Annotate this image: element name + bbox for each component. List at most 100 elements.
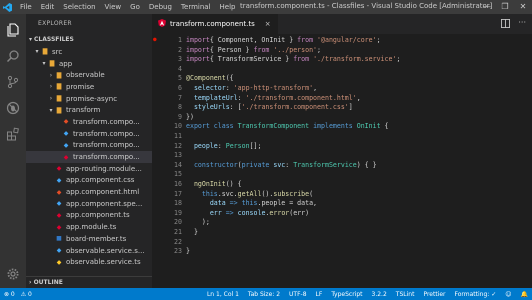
code-token: class — [209, 122, 234, 131]
line-number: 5 — [178, 74, 182, 83]
files-icon[interactable] — [5, 22, 21, 38]
split-editor-icon[interactable] — [501, 19, 511, 30]
prettier-status[interactable]: Prettier — [423, 291, 445, 298]
search-icon[interactable] — [5, 48, 21, 64]
close-tab-icon[interactable]: × — [265, 20, 271, 28]
tree-file[interactable]: ◆ transform.compo... — [26, 116, 152, 128]
tree-file[interactable]: ■ board-member.ts — [26, 233, 152, 245]
code-token: { TransformService } — [209, 55, 294, 64]
tree-folder[interactable]: › ▇ promise-async — [26, 93, 152, 105]
code-token: console — [233, 208, 266, 217]
code-token: ({ — [225, 74, 234, 83]
tree-file[interactable]: ◆ app-routing.module... — [26, 163, 152, 175]
tree-file[interactable]: ◆ observable.service.ts — [26, 256, 152, 268]
code-token: '../person' — [269, 45, 318, 54]
language-mode[interactable]: TypeScript — [331, 291, 362, 298]
line-number: 15 — [174, 170, 182, 179]
tree-file[interactable]: ◆ app.component.css — [26, 175, 152, 187]
breakpoint-icon[interactable]: ● — [153, 36, 157, 43]
encoding[interactable]: UTF-8 — [289, 291, 307, 298]
tree-folder[interactable]: ▾ ▇ transform — [26, 104, 152, 116]
formatting-status[interactable]: Formatting: ✓ — [455, 291, 497, 298]
debug-icon[interactable] — [5, 100, 21, 116]
errors-count[interactable]: ⊗ 0 — [4, 291, 15, 298]
maximize-button[interactable]: ❐ — [496, 0, 514, 14]
menu-go[interactable]: Go — [130, 3, 140, 11]
warnings-count[interactable]: ⚠ 0 — [21, 291, 32, 298]
cursor-position[interactable]: Ln 1, Col 1 — [207, 291, 239, 298]
menu-file[interactable]: File — [20, 3, 32, 11]
tree-item-label: board-member.ts — [66, 234, 127, 243]
code-line: 16 ngOnInit() { — [152, 180, 532, 190]
code-token: subscribe — [273, 189, 310, 198]
code-line: 19 err => console.error(err) — [152, 209, 532, 219]
code-line: 5 @Component({ — [152, 74, 532, 84]
code-token: { Person } — [209, 45, 254, 54]
close-window-button[interactable]: ✕ — [514, 0, 532, 14]
explorer-title: EXPLORER — [38, 20, 72, 27]
tab-transform-component-ts[interactable]: transform.component.ts × — [152, 14, 278, 34]
code-token: { — [380, 122, 389, 131]
settings-icon[interactable] — [5, 266, 21, 282]
menu-help[interactable]: Help — [220, 3, 236, 11]
code-token: from — [253, 45, 270, 54]
code-token: private — [241, 160, 270, 169]
tree-folder[interactable]: ▾ ▇ app — [26, 58, 152, 70]
menu-selection[interactable]: Selection — [63, 3, 95, 11]
code-line: 8 styleUrls: ['./transform.component.css… — [152, 103, 532, 113]
line-number: 18 — [174, 199, 182, 208]
folder-icon: ▇ — [56, 95, 62, 103]
folder-open-icon: ▇ — [49, 60, 55, 68]
tree-file[interactable]: ◆ transform.compo... — [26, 140, 152, 152]
tree-item-label: promise-async — [66, 94, 118, 103]
source-control-icon[interactable] — [5, 74, 21, 90]
workspace-section-header[interactable]: ▾ CLASSFILES — [26, 34, 152, 46]
code-text: this.svc.getAll().subscribe( — [186, 190, 313, 198]
code-token: : [ — [229, 103, 242, 112]
outline-section-header[interactable]: › OUTLINE — [26, 276, 152, 288]
service-file-icon: ◆ — [56, 258, 62, 266]
ts-version[interactable]: 3.2.2 — [372, 291, 387, 298]
tree-file[interactable]: ◆ app.component.ts — [26, 210, 152, 222]
tree-file[interactable]: ◆ transform.compo... — [26, 151, 152, 163]
code-token: : — [217, 141, 226, 150]
line-number: 8 — [178, 103, 182, 112]
code-text: @Component({ — [186, 74, 234, 82]
tree-file[interactable]: ◆ app.component.html — [26, 186, 152, 198]
line-number: 19 — [174, 208, 182, 217]
tslint-status[interactable]: TSLint — [396, 291, 415, 298]
tree-folder[interactable]: › ▇ promise — [26, 81, 152, 93]
menu-terminal[interactable]: Terminal — [181, 3, 211, 11]
tree-file[interactable]: ◆ app.component.spe... — [26, 198, 152, 210]
tab-label: transform.component.ts — [170, 20, 255, 28]
tree-item-label: observable.service.ts — [66, 258, 141, 267]
code-token: svc — [269, 160, 286, 169]
line-ending[interactable]: LF — [316, 291, 323, 298]
tree-file[interactable]: ◆ transform.compo... — [26, 128, 152, 140]
code-token: OnInit — [352, 122, 381, 131]
code-token: .svc. — [217, 189, 238, 198]
menu-edit[interactable]: Edit — [41, 3, 55, 11]
tree-item-label: observable.service.s... — [66, 246, 145, 255]
chevron-right-icon: › — [49, 95, 53, 103]
notifications-icon[interactable]: 🔔 — [521, 291, 528, 298]
minimize-button[interactable]: — — [478, 0, 496, 14]
tree-folder[interactable]: ▾ ▇ src — [26, 46, 152, 58]
code-editor[interactable]: ● 1 import{ Component, OnInit } from '@ang… — [152, 34, 532, 288]
spec-file-icon: ◆ — [56, 200, 62, 208]
tree-file[interactable]: ◆ app.module.ts — [26, 221, 152, 233]
chevron-right-icon: › — [49, 71, 53, 79]
menu-view[interactable]: View — [105, 3, 122, 11]
more-actions-icon[interactable]: ··· — [518, 19, 526, 30]
tree-folder[interactable]: › ▇ observable — [26, 69, 152, 81]
feedback-icon[interactable]: ☺ — [505, 291, 511, 298]
tree-file[interactable]: ◆ observable.service.s... — [26, 245, 152, 257]
chevron-down-icon: ▾ — [42, 60, 46, 68]
line-number: 16 — [174, 180, 182, 188]
extensions-icon[interactable] — [5, 126, 21, 142]
tab-size[interactable]: Tab Size: 2 — [248, 291, 280, 298]
code-text: import{ TransformService } from './trans… — [186, 55, 400, 63]
tree-item-label: transform.compo... — [73, 153, 140, 162]
code-line: 12 people: Person[]; — [152, 142, 532, 152]
menu-debug[interactable]: Debug — [149, 3, 172, 11]
